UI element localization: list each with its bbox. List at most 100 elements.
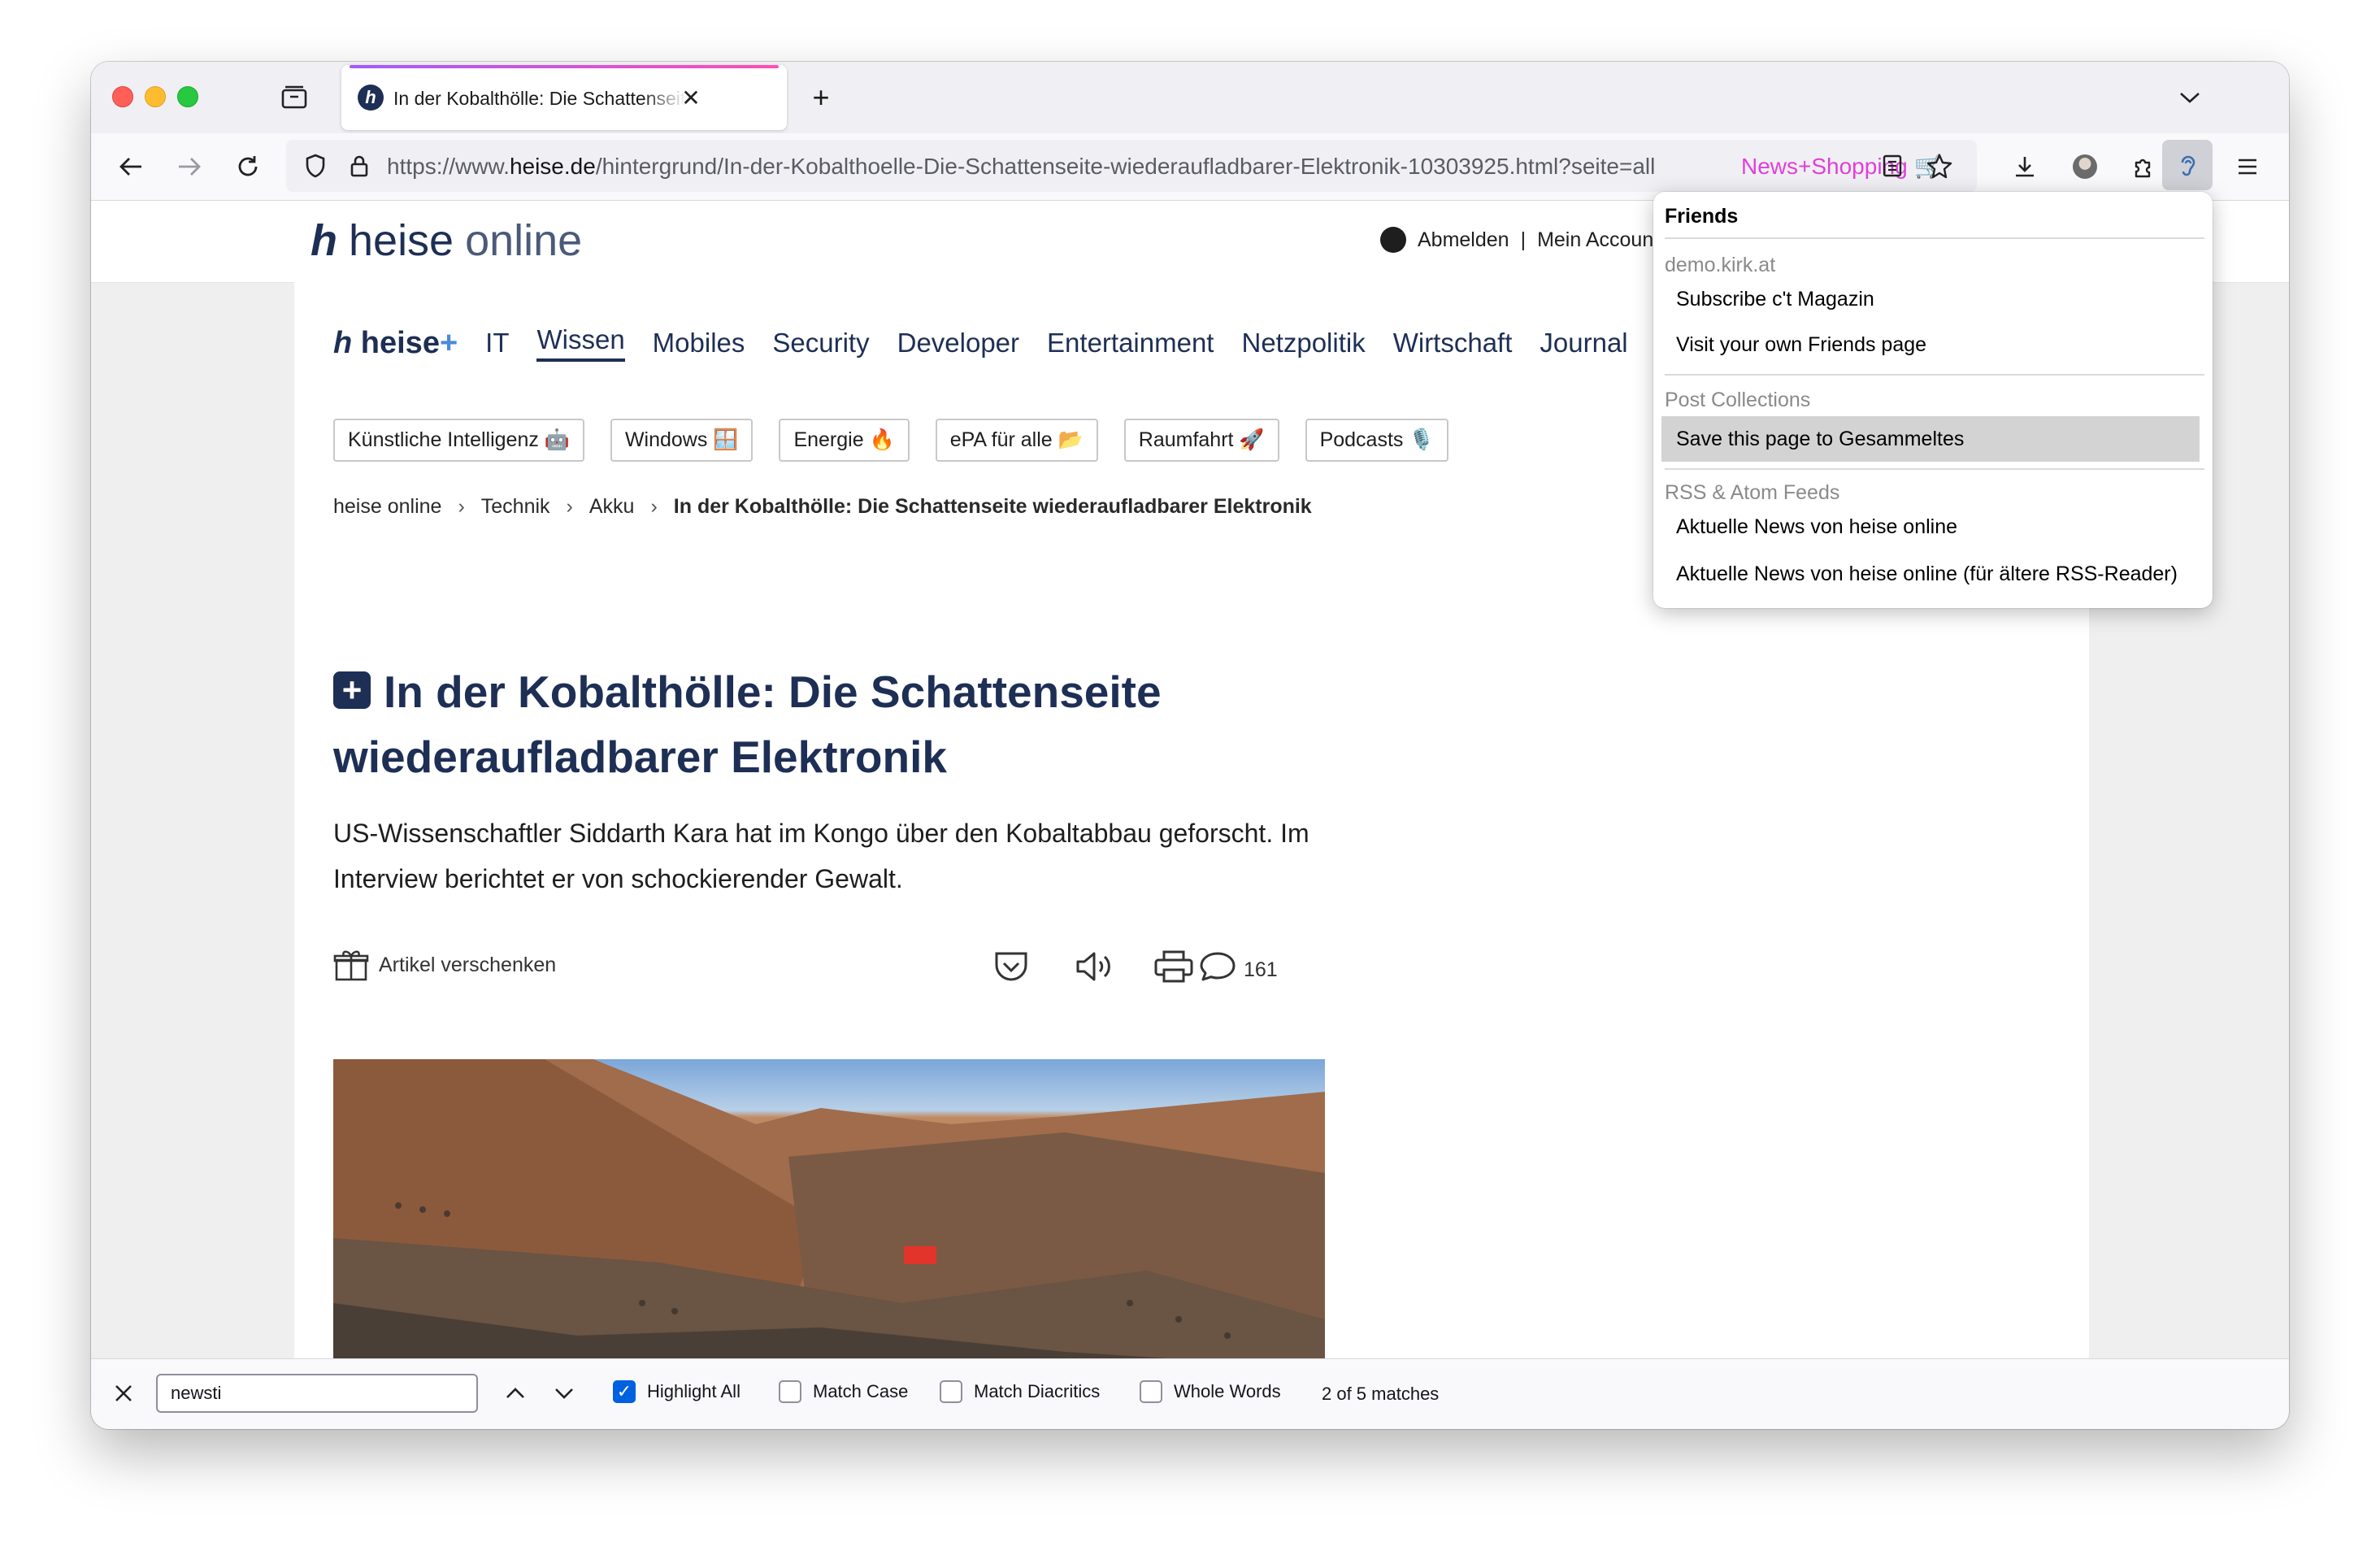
headline-text: In der Kobalthölle: Die Schattenseite wi…: [333, 667, 1162, 782]
zoom-window-button[interactable]: [177, 86, 198, 107]
tab-overview-icon[interactable]: [276, 80, 312, 115]
close-window-button[interactable]: [112, 86, 133, 107]
gift-icon: [333, 950, 369, 981]
logo-name: heise: [349, 216, 454, 265]
comment-count[interactable]: 161: [1244, 958, 1278, 982]
gift-article-label: Artikel verschenken: [379, 953, 557, 976]
popup-title: Friends: [1665, 205, 1739, 228]
url-path: /hintergrund/In-der-Kobalthoelle-Die-Sch…: [595, 154, 1656, 179]
account-avatar-icon[interactable]: [2066, 148, 2104, 185]
breadcrumb-separator: ›: [650, 495, 658, 518]
match-diacritics-checkbox[interactable]: [940, 1380, 962, 1403]
breadcrumb-item[interactable]: Technik: [481, 495, 550, 519]
back-icon[interactable]: [112, 148, 150, 185]
nav-item-netzpolitik[interactable]: Netzpolitik: [1241, 328, 1365, 358]
forward-icon[interactable]: [171, 148, 208, 185]
chip-epa[interactable]: ePA für alle 📂: [935, 419, 1098, 462]
tracking-protection-shield-icon[interactable]: [298, 148, 333, 184]
breadcrumb: heise online › Technik › Akku › In der K…: [333, 495, 1312, 519]
article-lead: US-Wissenschaftler Siddarth Kara hat im …: [333, 819, 1309, 893]
match-case-label: Match Case: [813, 1381, 909, 1401]
lock-icon[interactable]: [341, 148, 377, 184]
popup-divider: [1665, 468, 2204, 470]
gift-article-button[interactable]: Artikel verschenken: [333, 949, 556, 981]
article-toolbar: Artikel verschenken 161: [333, 942, 1325, 991]
heise-plus-mark: h: [333, 325, 353, 360]
nav-heise-plus[interactable]: h heise+: [333, 326, 458, 361]
friends-extension-button[interactable]: [2162, 140, 2213, 190]
extensions-puzzle-icon[interactable]: [2125, 148, 2162, 185]
feed-menu-item[interactable]: Aktuelle News von heise online (für älte…: [1661, 551, 2200, 597]
nav-item-mobiles[interactable]: Mobiles: [653, 328, 745, 358]
print-icon[interactable]: [1153, 947, 1193, 986]
comments-bubble-icon[interactable]: [1197, 947, 1236, 986]
friends-ear-icon: [2181, 155, 2195, 176]
chip-windows[interactable]: Windows 🪟: [610, 419, 754, 462]
heise-plus-label: heise: [360, 325, 440, 360]
nav-item-wirtschaft[interactable]: Wirtschaft: [1393, 328, 1513, 358]
heise-online-logo[interactable]: h heise online: [311, 215, 582, 266]
user-icon: [1380, 227, 1406, 253]
chip-ki[interactable]: Künstliche Intelligenz 🤖: [333, 419, 584, 462]
chip-podcasts[interactable]: Podcasts 🎙️: [1305, 419, 1449, 462]
bookmark-star-icon[interactable]: [1922, 148, 1957, 184]
close-findbar-icon[interactable]: [106, 1375, 141, 1411]
read-aloud-speaker-icon[interactable]: [1073, 947, 1112, 986]
nav-item-entertainment[interactable]: Entertainment: [1047, 328, 1214, 358]
visit-friends-page-menu-item[interactable]: Visit your own Friends page: [1661, 322, 2200, 367]
list-all-tabs-icon[interactable]: [2172, 80, 2208, 115]
subscribe-menu-item[interactable]: Subscribe c't Magazin: [1661, 276, 2200, 322]
whole-words-option[interactable]: Whole Words: [1140, 1380, 1281, 1403]
feed-menu-item[interactable]: Aktuelle News von heise online: [1661, 504, 2200, 550]
url-text[interactable]: https://www.heise.de/hintergrund/In-der-…: [387, 154, 1728, 180]
cobalt-mine-photo: [333, 1059, 1325, 1358]
close-tab-icon[interactable]: ✕: [673, 80, 709, 115]
logo-mark: h: [311, 216, 337, 265]
find-previous-icon[interactable]: [497, 1375, 533, 1411]
url-prefix: https://www.: [387, 154, 510, 179]
save-to-collection-menu-item[interactable]: Save this page to Gesammeltes: [1661, 416, 2200, 462]
breadcrumb-item[interactable]: heise online: [333, 495, 441, 519]
match-case-option[interactable]: Match Case: [779, 1380, 908, 1403]
pocket-save-icon[interactable]: [992, 947, 1031, 986]
downloads-icon[interactable]: [2006, 148, 2043, 185]
find-input[interactable]: [156, 1374, 478, 1413]
minimize-window-button[interactable]: [145, 86, 166, 107]
find-bar: ✓ Highlight All Match Case Match Diacrit…: [91, 1358, 2289, 1429]
chip-energie[interactable]: Energie 🔥: [779, 419, 910, 462]
new-tab-icon[interactable]: +: [803, 80, 839, 115]
tab-title: In der Kobalthölle: Die Schattenseite wi…: [393, 88, 686, 109]
hamburger-menu-icon[interactable]: [2229, 148, 2266, 185]
nav-item-developer[interactable]: Developer: [897, 328, 1019, 358]
logout-link[interactable]: Abmelden: [1418, 228, 1509, 252]
tab-active[interactable]: h In der Kobalthölle: Die Schattenseite …: [341, 65, 787, 130]
breadcrumb-current: In der Kobalthölle: Die Schattenseite wi…: [673, 495, 1312, 518]
find-next-icon[interactable]: [546, 1375, 582, 1411]
breadcrumb-item[interactable]: Akku: [589, 495, 635, 519]
highlight-all-checkbox[interactable]: ✓: [613, 1380, 636, 1403]
heise-plus-sign: +: [439, 325, 458, 360]
reload-icon[interactable]: [229, 148, 267, 185]
heise-plus-badge-icon: +: [333, 671, 371, 710]
highlight-all-option[interactable]: ✓ Highlight All: [613, 1380, 740, 1403]
nav-item-security[interactable]: Security: [772, 328, 869, 358]
match-status: 2 of 5 matches: [1322, 1384, 1440, 1404]
url-bar[interactable]: https://www.heise.de/hintergrund/In-der-…: [286, 140, 1977, 192]
article-hero-image: [333, 1059, 1325, 1358]
main-nav: h heise+ IT Wissen Mobiles Security Deve…: [333, 324, 1628, 362]
nav-item-it[interactable]: IT: [485, 328, 509, 358]
my-account-link[interactable]: Mein Account: [1537, 228, 1659, 252]
reader-view-icon[interactable]: [1874, 148, 1910, 184]
match-diacritics-option[interactable]: Match Diacritics: [940, 1380, 1100, 1403]
rss-feeds-header: RSS & Atom Feeds: [1665, 481, 1840, 504]
nav-item-wissen[interactable]: Wissen: [536, 324, 625, 362]
navigation-bar: https://www.heise.de/hintergrund/In-der-…: [91, 133, 2289, 201]
nav-item-journal[interactable]: Journal: [1540, 328, 1627, 358]
news-shopping-addon[interactable]: News+Shopping 🛒: [1741, 153, 1942, 180]
chip-raumfahrt[interactable]: Raumfahrt 🚀: [1123, 419, 1279, 462]
whole-words-checkbox[interactable]: [1140, 1380, 1162, 1403]
match-case-checkbox[interactable]: [779, 1380, 801, 1403]
heise-favicon-icon: h: [358, 85, 384, 111]
match-diacritics-label: Match Diacritics: [974, 1381, 1101, 1401]
tab-bar: h In der Kobalthölle: Die Schattenseite …: [91, 62, 2289, 133]
